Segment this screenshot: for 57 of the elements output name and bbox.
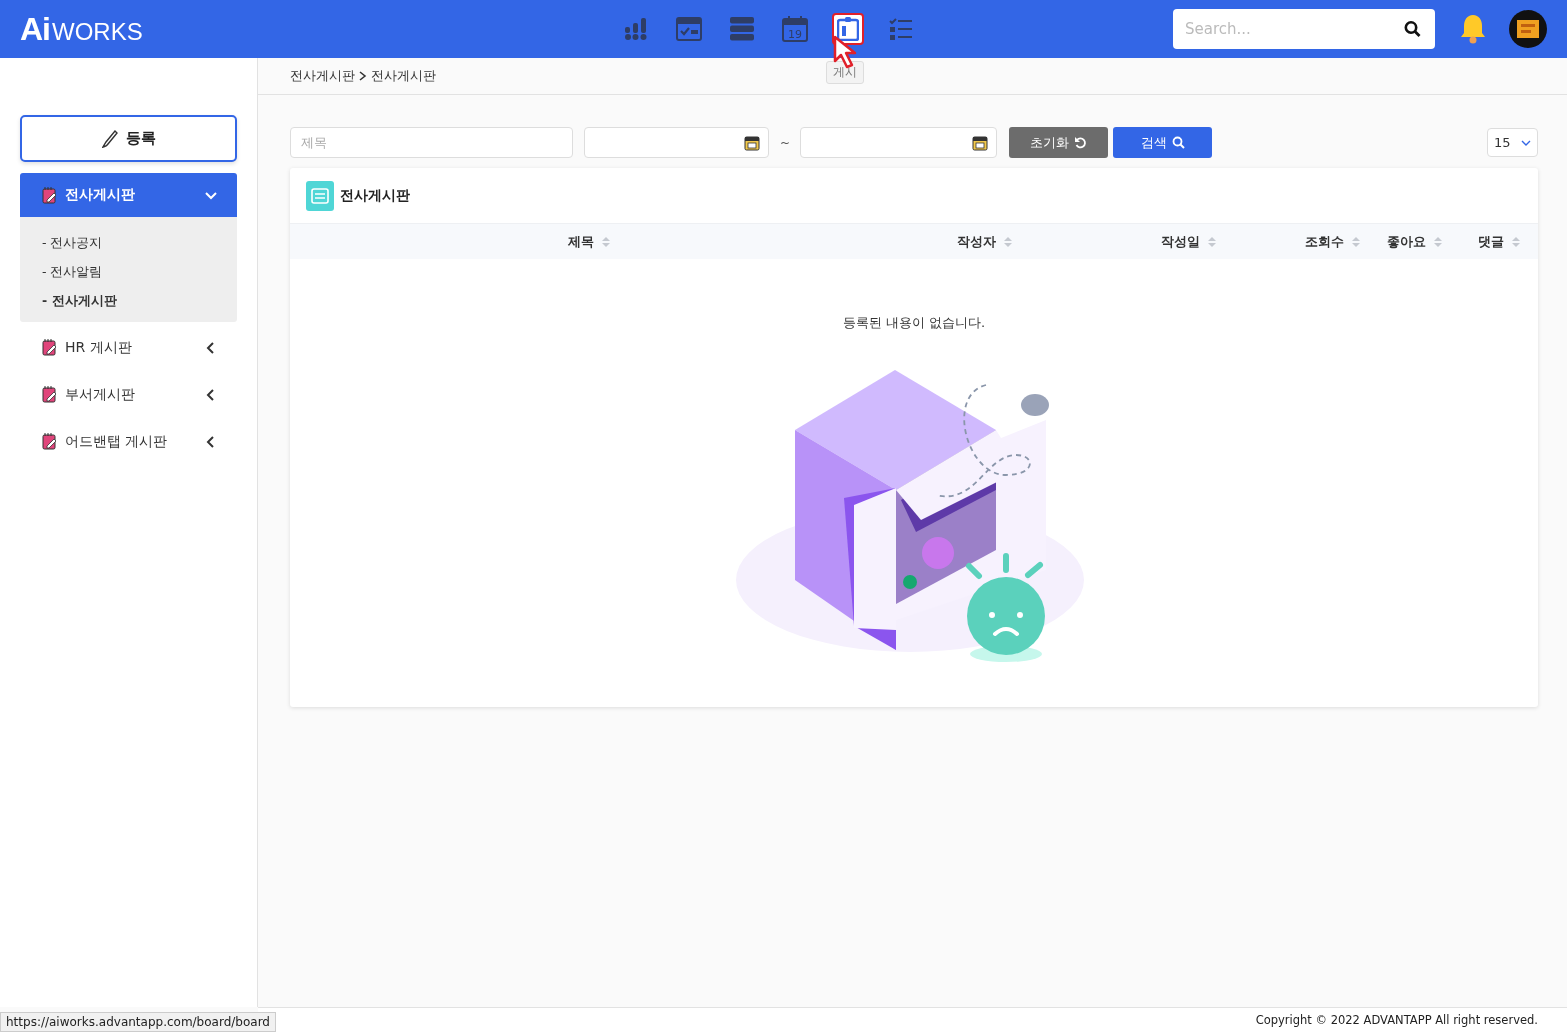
calendar-icon [744,134,760,151]
page-size-select[interactable]: 15 [1487,128,1538,157]
empty-message: 등록된 내용이 없습니다. [841,314,987,332]
notepad-icon [42,433,57,450]
sort-icon [1434,235,1442,248]
submenu-item[interactable]: - 전사게시판 [20,286,237,315]
chevron-down-icon [205,189,217,201]
register-button[interactable]: 등록 [20,115,237,162]
bell-icon[interactable] [1459,13,1487,45]
column-header[interactable]: 좋아요 [1378,224,1460,259]
sort-icon [1208,235,1216,248]
menu-item[interactable]: 전사게시판 [20,173,237,217]
board-icon [306,180,334,211]
chevron-right-icon [359,71,367,81]
sort-icon [602,235,610,248]
submenu-item[interactable]: - 전사알림 [20,257,237,286]
reset-icon [1074,136,1088,149]
notepad-icon [42,386,57,403]
notepad-icon [42,186,57,204]
browser-check-icon [676,17,702,41]
range-separator: ~ [780,135,791,150]
chevron-left-icon [205,341,217,354]
column-header[interactable]: 작성자 [628,224,1030,259]
search-icon [1171,136,1185,149]
copyright-text: Copyright © 2022 ADVANTAPP All right reserved. [1255,1013,1538,1027]
calendar-icon [972,134,989,151]
notepad-icon [42,339,57,356]
tooltip: 게시 [826,61,864,84]
column-header[interactable]: 작성일 [1030,224,1234,259]
chevron-left-icon [205,435,217,448]
server-icon [729,17,755,41]
pen-icon [101,129,120,148]
search-field[interactable]: Search... [1173,9,1435,49]
column-header[interactable]: 조회수 [1234,224,1378,259]
status-url: https://aiworks.advantapp.com/board/board [0,1012,276,1032]
sort-icon [1004,235,1012,248]
submenu-item[interactable]: - 전사공지 [20,228,237,257]
sort-icon [1512,235,1520,248]
breadcrumb-item[interactable]: 전사게시판 [290,67,355,85]
board-title: 전사게시판 [340,186,410,205]
column-header[interactable]: 제목 [290,224,628,259]
column-header[interactable]: 댓글 [1460,224,1538,259]
title-field[interactable]: 제목 [290,127,573,158]
chart-icon [624,18,648,40]
end-date-field[interactable] [800,127,998,158]
avatar[interactable] [1509,10,1547,48]
search-button[interactable]: 검색 [1113,127,1213,158]
start-date-field[interactable] [584,127,769,158]
sort-icon [1352,235,1360,248]
search-icon [1404,20,1421,38]
logo[interactable]: AiWORKS [20,10,620,48]
chevron-left-icon [205,388,217,401]
checklist-icon [889,17,913,41]
chevron-down-icon [1521,138,1531,147]
reset-button[interactable]: 초기화 [1009,127,1109,158]
breadcrumb-item: 전사게시판 [371,67,436,85]
clipboard-icon [837,17,859,41]
